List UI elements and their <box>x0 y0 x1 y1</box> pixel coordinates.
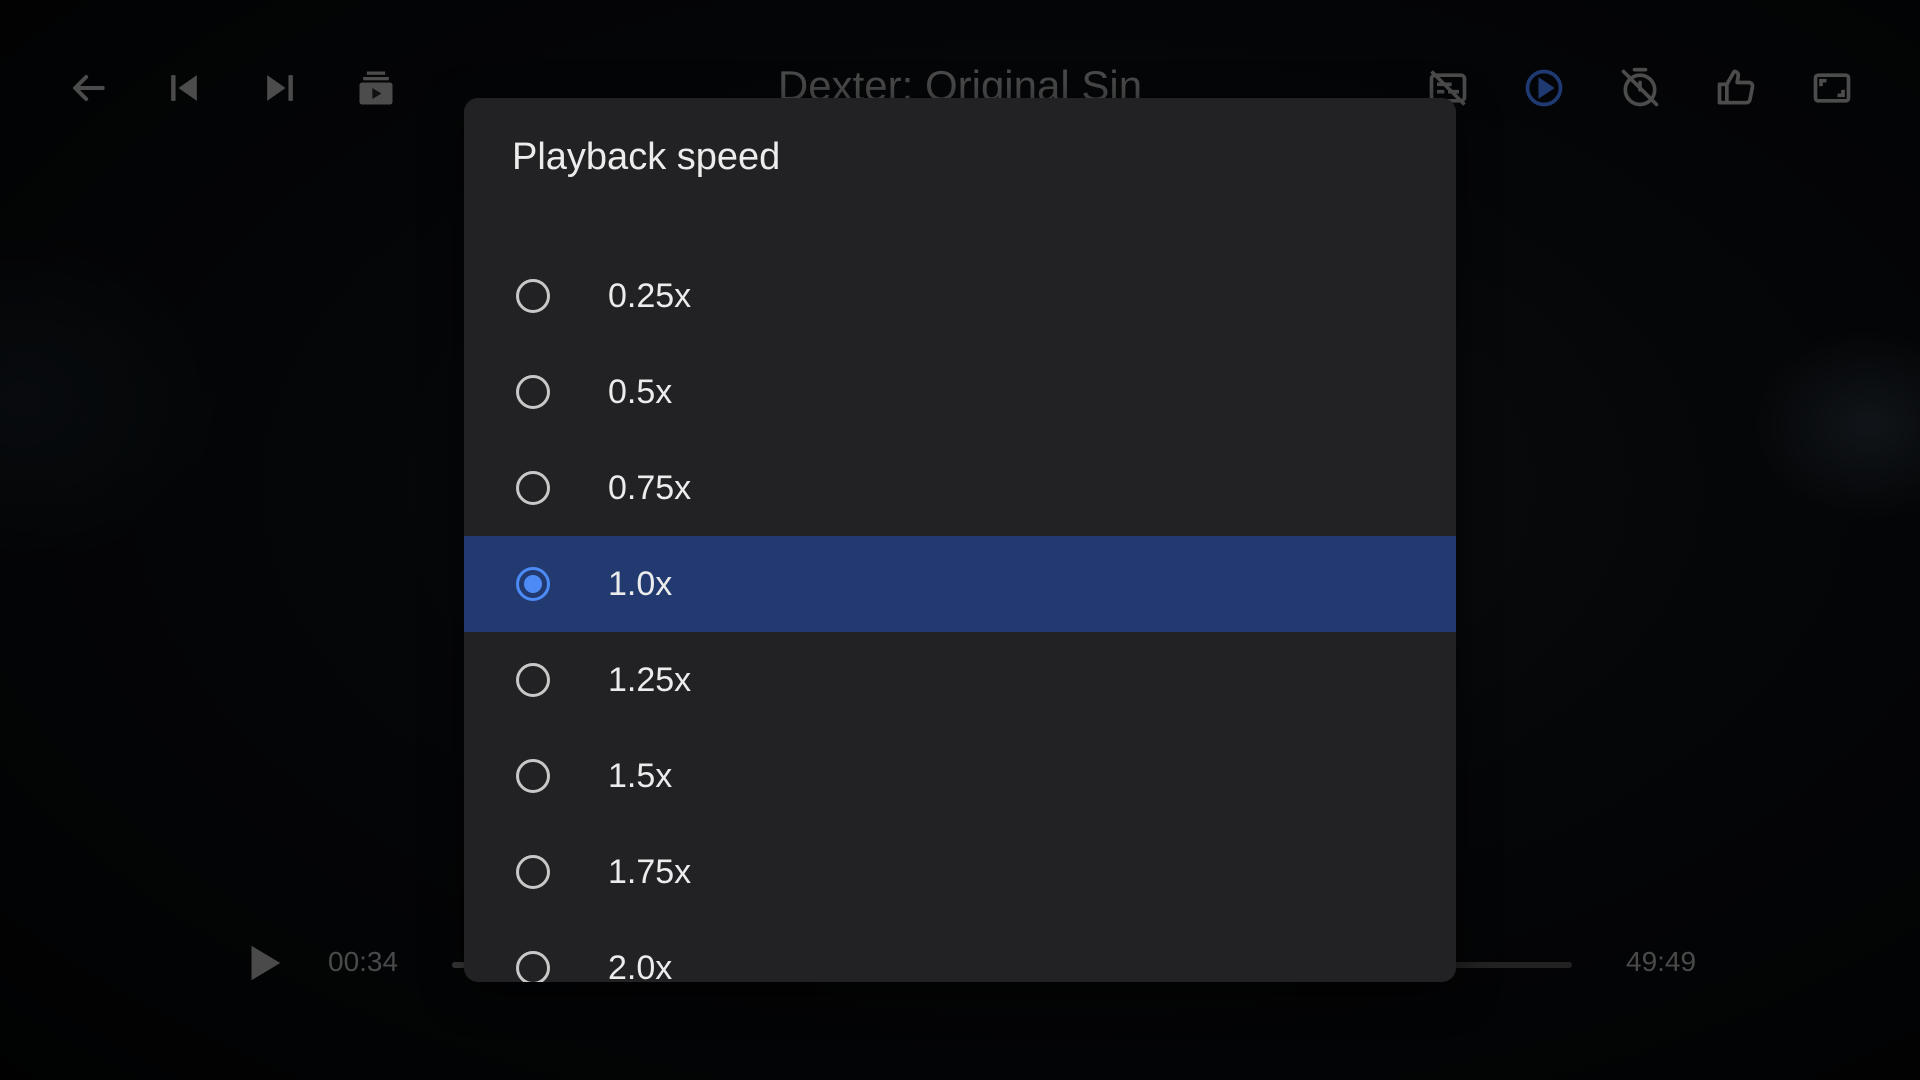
current-time: 00:34 <box>328 946 399 977</box>
speed-option-label: 0.75x <box>608 468 692 507</box>
speed-option[interactable]: 0.5x <box>464 344 1456 440</box>
thumbs-up-icon[interactable] <box>1706 58 1766 118</box>
radio-button[interactable] <box>516 951 550 982</box>
speed-option-label: 1.0x <box>608 564 673 603</box>
radio-button[interactable] <box>516 759 550 793</box>
speed-option[interactable]: 1.75x <box>464 824 1456 920</box>
playback-speed-icon[interactable] <box>1514 58 1574 118</box>
radio-button[interactable] <box>516 567 550 601</box>
radio-button[interactable] <box>516 471 550 505</box>
radio-button[interactable] <box>516 855 550 889</box>
speed-option-label: 1.5x <box>608 756 673 795</box>
player-screen: Dexter: Original Sin 00:34 49:49 Playbac… <box>0 0 1920 1080</box>
speed-option[interactable]: 1.25x <box>464 632 1456 728</box>
total-time: 49:49 <box>1626 946 1697 977</box>
skip-next-icon[interactable] <box>250 58 310 118</box>
speed-option[interactable]: 1.5x <box>464 728 1456 824</box>
skip-previous-icon[interactable] <box>154 58 214 118</box>
speed-option-label: 1.25x <box>608 660 692 699</box>
aspect-ratio-icon[interactable] <box>1802 58 1862 118</box>
speed-option[interactable]: 0.75x <box>464 440 1456 536</box>
radio-button[interactable] <box>516 279 550 313</box>
playback-speed-dialog: Playback speed 0.25x 0.5x 0.75x 1.0x 1.2… <box>464 98 1456 982</box>
back-arrow-icon[interactable] <box>58 58 118 118</box>
radio-button[interactable] <box>516 375 550 409</box>
radio-button[interactable] <box>516 663 550 697</box>
speed-option[interactable]: 1.0x <box>464 536 1456 632</box>
dialog-title: Playback speed <box>512 136 781 178</box>
speed-option-list: 0.25x 0.5x 0.75x 1.0x 1.25x 1.5x 1.75x 2… <box>464 248 1456 982</box>
speed-option-label: 1.75x <box>608 852 692 891</box>
radio-dot <box>524 575 542 593</box>
speed-option-label: 2.0x <box>608 948 673 983</box>
play-icon[interactable] <box>240 940 286 986</box>
playlist-icon[interactable] <box>346 58 406 118</box>
progress-fill <box>452 962 465 968</box>
speed-option-label: 0.5x <box>608 372 673 411</box>
speed-option[interactable]: 0.25x <box>464 248 1456 344</box>
speed-option-label: 0.25x <box>608 276 692 315</box>
speed-option[interactable]: 2.0x <box>464 920 1456 982</box>
sleep-timer-off-icon[interactable] <box>1610 58 1670 118</box>
